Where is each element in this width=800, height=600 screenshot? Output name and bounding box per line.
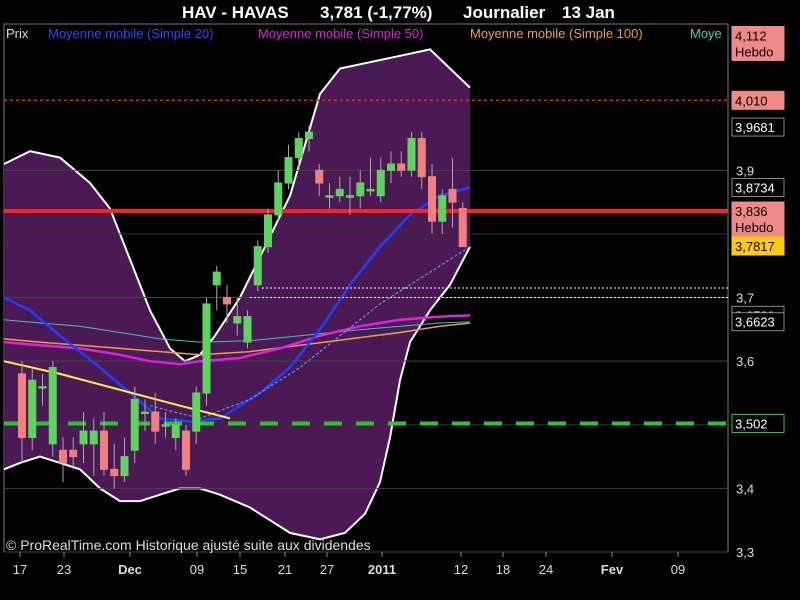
y-tick-label: 3,6: [736, 354, 754, 369]
legend-ma200: Moye: [690, 26, 722, 41]
x-tick-label: 21: [278, 562, 292, 577]
candle-body: [274, 182, 283, 216]
candle-body: [387, 163, 395, 171]
price-label: 3,502: [731, 413, 785, 433]
y-tick-label: 3,4: [736, 481, 754, 496]
candle-body: [305, 131, 313, 140]
candle-body: [417, 138, 426, 178]
candle-body: [141, 411, 149, 415]
x-tick-label: Dec: [118, 562, 142, 577]
candle-body: [284, 157, 293, 184]
candle: [202, 297, 211, 406]
candle-body: [130, 398, 139, 451]
x-tick-label: 27: [320, 562, 334, 577]
candle-body: [79, 430, 88, 445]
candle-body: [233, 316, 242, 324]
x-tick-label: 24: [539, 562, 553, 577]
price-label-text: 4,112: [735, 28, 767, 43]
candle-body: [243, 316, 252, 343]
candle-body: [89, 430, 98, 445]
legend-ma20: Moyenne mobile (Simple 20): [48, 26, 214, 41]
x-tick-label: Fev: [601, 562, 624, 577]
y-tick-label: 3,7: [736, 291, 754, 306]
legend-price: Prix: [6, 26, 29, 41]
price-label-text: 3,9681: [735, 120, 775, 135]
candle-body: [458, 207, 467, 248]
x-tick-label: 12: [454, 562, 468, 577]
candle: [458, 202, 467, 248]
price-label-text: 3,8734: [735, 180, 775, 195]
price-label: 3,836Hebdo: [731, 201, 785, 237]
candle-body: [48, 367, 57, 445]
legend-ma50: Moyenne mobile (Simple 50): [258, 26, 424, 41]
price-label-text: 4,010: [735, 93, 768, 108]
candle: [28, 367, 37, 451]
candle-body: [264, 214, 272, 248]
price-label-sub: Hebdo: [735, 44, 773, 59]
candle-body: [18, 373, 26, 438]
price-label-sub: Hebdo: [735, 220, 773, 235]
x-tick-label: 15: [233, 562, 247, 577]
price-label: 4,112Hebdo: [731, 25, 785, 61]
price-label: 3,9681: [731, 117, 785, 137]
candle-body: [438, 195, 447, 222]
price-label-text: 3,502: [735, 416, 768, 431]
price-label: 3,6623: [731, 312, 785, 332]
candle-body: [192, 392, 201, 432]
candle-body: [38, 386, 47, 389]
candle: [253, 240, 262, 292]
price-label: 3,7817: [731, 236, 785, 256]
credit-text: © ProRealTime.com Historique ajusté suit…: [6, 537, 371, 553]
candle: [407, 132, 416, 177]
candle-body: [407, 138, 416, 171]
candle: [48, 361, 57, 457]
candle-body: [161, 424, 170, 427]
candle-body: [356, 182, 365, 197]
candle-body: [100, 430, 108, 470]
candle-body: [397, 163, 406, 171]
candle-body: [69, 449, 78, 458]
candle-body: [366, 188, 375, 192]
candle-body: [335, 188, 344, 197]
price-label-text: 3,6623: [735, 315, 775, 330]
candle-body: [294, 138, 303, 159]
y-tick-label: 3,3: [736, 545, 754, 560]
candle-body: [28, 379, 37, 438]
legend-ma100: Moyenne mobile (Simple 100): [470, 26, 643, 41]
candle-body: [212, 271, 221, 286]
price-label-text: 3,7817: [735, 239, 775, 254]
price-label: 4,010: [731, 90, 785, 110]
candle-body: [315, 169, 324, 184]
y-tick-label: 3,9: [736, 163, 754, 178]
candle-body: [110, 468, 119, 477]
candle-body: [59, 449, 67, 464]
candle-body: [202, 303, 211, 394]
x-tick-label: 2011: [368, 562, 396, 577]
candle-body: [325, 195, 334, 198]
x-tick-label: 17: [13, 562, 27, 577]
candle: [264, 208, 272, 254]
candle-body: [448, 188, 457, 203]
x-tick-label: 09: [671, 562, 685, 577]
candle-body: [151, 411, 160, 432]
price-label: 3,8734: [731, 177, 785, 197]
x-tick-label: 23: [57, 562, 71, 577]
candle-body: [346, 195, 354, 198]
candle-body: [376, 169, 385, 197]
candle: [182, 424, 190, 476]
candle-body: [120, 456, 129, 477]
x-tick-label: 18: [496, 562, 510, 577]
x-tick-label: 09: [190, 562, 204, 577]
candle-body: [253, 246, 262, 286]
candle-body: [182, 430, 190, 470]
candle-body: [428, 176, 436, 222]
chart-canvas[interactable]: 17 23 Dec 09 15 21 27 2011 12 18 24 Fev 09 3,3 3,4 3,6 3…: [0, 0, 800, 600]
price-labels: 4,112Hebdo4,0103,96813,87343,836Hebdo3,7…: [731, 25, 785, 433]
candle-body: [171, 424, 180, 438]
price-label-text: 3,836: [735, 204, 768, 219]
candle-body: [223, 297, 231, 305]
